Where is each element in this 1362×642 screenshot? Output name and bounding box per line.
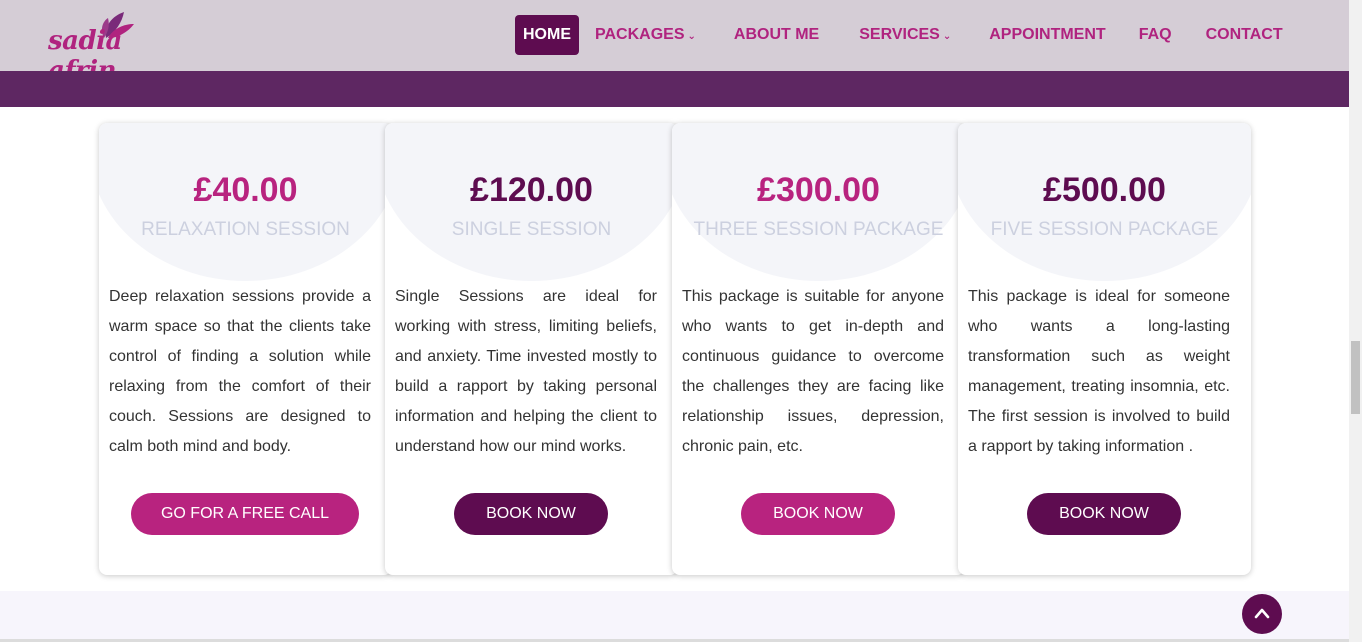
chevron-up-icon	[1254, 608, 1270, 619]
card-price: £40.00	[193, 171, 298, 209]
book-now-button[interactable]: BOOK NOW	[454, 493, 608, 535]
nav-about-me[interactable]: ABOUT ME	[734, 15, 819, 55]
nav-home[interactable]: HOME	[515, 15, 579, 55]
package-card-single: £120.00 SINGLE SESSION Single Sessions a…	[385, 123, 678, 575]
free-call-button[interactable]: GO FOR A FREE CALL	[131, 493, 359, 535]
package-card-five-session: £500.00 FIVE SESSION PACKAGE This packag…	[958, 123, 1251, 575]
card-price: £120.00	[470, 171, 593, 209]
card-price: £300.00	[757, 171, 880, 209]
nav-packages-label: PACKAGES	[595, 26, 685, 43]
book-now-button[interactable]: BOOK NOW	[741, 493, 895, 535]
card-description: Deep relaxation sessions provide a warm …	[109, 288, 371, 455]
book-now-button[interactable]: BOOK NOW	[1027, 493, 1181, 535]
card-description: Single Sessions are ideal for working wi…	[395, 288, 657, 455]
nav-packages[interactable]: PACKAGES ⌄	[595, 15, 696, 55]
scrollbar-thumb[interactable]	[1351, 341, 1360, 414]
nav-appointment[interactable]: APPOINTMENT	[989, 15, 1105, 55]
card-description: This package is ideal for someone who wa…	[968, 288, 1230, 455]
card-description: This package is suitable for anyone who …	[682, 288, 944, 455]
scrollbar[interactable]	[1349, 0, 1362, 642]
card-title: THREE SESSION PACKAGE	[693, 219, 944, 240]
nav-services-label: SERVICES	[859, 26, 940, 43]
site-header: sadia afrin HOME PACKAGES⌄ ABOUT ME SERV…	[0, 0, 1349, 86]
back-to-top-button[interactable]	[1242, 594, 1282, 634]
chevron-down-icon: ⌄	[942, 31, 952, 42]
next-section	[0, 591, 1349, 642]
card-title: FIVE SESSION PACKAGE	[990, 219, 1219, 240]
nav-contact[interactable]: CONTACT	[1206, 15, 1283, 55]
logo[interactable]: sadia afrin	[44, 10, 164, 86]
nav-services[interactable]: SERVICES ⌄	[859, 15, 951, 55]
chevron-down-icon: ⌄	[687, 31, 696, 42]
package-card-three-session: £300.00 THREE SESSION PACKAGE This packa…	[672, 123, 965, 575]
card-title: RELAXATION SESSION	[141, 219, 350, 240]
card-price: £500.00	[1043, 171, 1166, 209]
package-card-relaxation: £40.00 RELAXATION SESSION Deep relaxatio…	[99, 123, 392, 575]
nav-faq[interactable]: FAQ	[1139, 15, 1172, 55]
card-title: SINGLE SESSION	[451, 219, 612, 240]
hero-band	[0, 71, 1349, 107]
main-nav: HOME PACKAGES ⌄ ABOUT ME SERVICES ⌄ APPOIN…	[515, 15, 1283, 55]
